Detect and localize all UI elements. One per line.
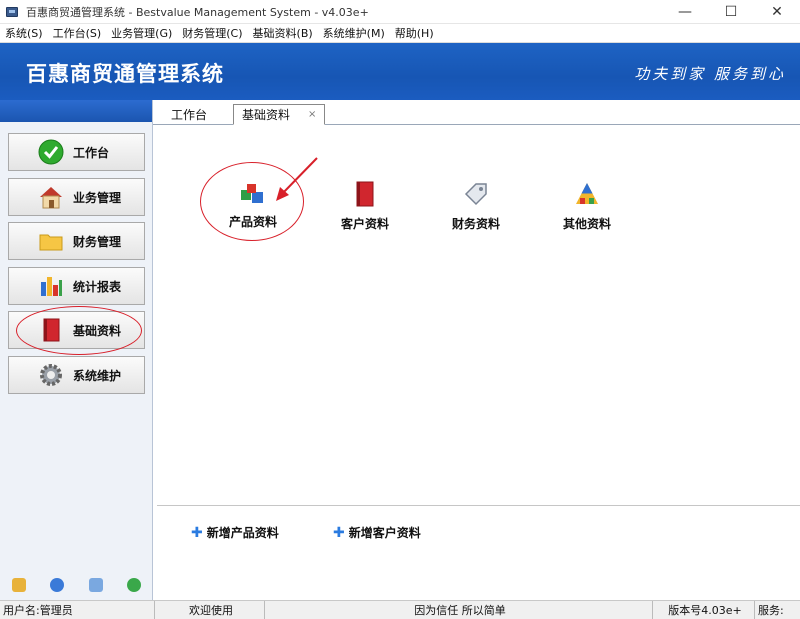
- sidebar-item-label: 财务管理: [73, 234, 122, 249]
- menu-system[interactable]: 系统(S): [0, 25, 48, 41]
- menu-business[interactable]: 业务管理(G): [106, 25, 177, 41]
- quick-add-product[interactable]: ✚ 新增产品资料: [191, 524, 279, 541]
- status-service: 服务:: [758, 604, 784, 617]
- quick-add-customer[interactable]: ✚ 新增客户资料: [333, 524, 421, 541]
- sidebar-footer: [0, 574, 153, 596]
- annotation-arrow: [276, 157, 318, 201]
- sidebar-item-label: 业务管理: [73, 190, 122, 205]
- check-icon: [37, 138, 65, 166]
- price-tag-icon: [462, 180, 490, 211]
- banner: 百惠商贸通管理系统 功夫到家 服务到心: [0, 43, 800, 100]
- color-palette-icon: [573, 180, 601, 211]
- main-content: 工作台 基础资料 × 产品资料 客户资料 财务资料 其他资料 ✚ 新增产品资料 …: [153, 100, 800, 600]
- tab-workbench[interactable]: 工作台: [163, 104, 215, 125]
- tab-label: 工作台: [171, 108, 208, 122]
- bar-chart-icon: [37, 272, 65, 300]
- status-version: 版本号4.03e+: [653, 601, 755, 619]
- sidebar-item-label: 工作台: [73, 145, 110, 160]
- minimize-button[interactable]: —: [662, 0, 708, 24]
- house-icon: [37, 183, 65, 211]
- menu-maintenance[interactable]: 系统维护(M): [318, 25, 390, 41]
- app-icon: [6, 6, 18, 17]
- sidebar-item-label: 统计报表: [73, 279, 122, 294]
- tab-label: 基础资料: [242, 108, 291, 122]
- banner-title: 百惠商贸通管理系统: [26, 62, 224, 86]
- banner-slogan: 功夫到家 服务到心: [634, 65, 786, 83]
- sidebar-header: [0, 100, 152, 122]
- key-icon[interactable]: [12, 578, 27, 592]
- title-bar: 百惠商贸通管理系统 - Bestvalue Management System …: [0, 0, 800, 24]
- sidebar-item-label: 系统维护: [73, 368, 122, 383]
- status-motto: 因为信任 所以简单: [265, 601, 653, 619]
- menu-help[interactable]: 帮助(H): [390, 25, 439, 41]
- sidebar-item-finance[interactable]: 财务管理: [8, 222, 145, 260]
- gear-icon: [37, 361, 65, 389]
- sidebar-item-reports[interactable]: 统计报表: [8, 267, 145, 305]
- status-bar: 用户名:管理员 欢迎使用 因为信任 所以简单 版本号4.03e+ 服务:: [0, 600, 800, 619]
- window-controls: — ☐ ✕: [662, 0, 800, 24]
- sidebar-item-maintenance[interactable]: 系统维护: [8, 356, 145, 394]
- tab-basic-data[interactable]: 基础资料 ×: [233, 104, 326, 125]
- menu-basic-data[interactable]: 基础资料(B): [248, 25, 318, 41]
- menu-finance[interactable]: 财务管理(C): [177, 25, 247, 41]
- sidebar-item-workbench[interactable]: 工作台: [8, 133, 145, 171]
- quick-action-label: 新增客户资料: [348, 526, 421, 540]
- menu-workbench[interactable]: 工作台(S): [48, 25, 107, 41]
- plus-icon: ✚: [333, 524, 345, 541]
- module-label: 其他资料: [562, 217, 611, 231]
- red-book-icon: [352, 180, 378, 211]
- module-label: 财务资料: [451, 217, 500, 231]
- menu-bar: 系统(S) 工作台(S) 业务管理(G) 财务管理(C) 基础资料(B) 系统维…: [0, 24, 800, 43]
- status-user: 用户名:管理员: [0, 601, 155, 619]
- module-finance[interactable]: 财务资料: [436, 180, 516, 232]
- module-label: 客户资料: [340, 217, 389, 231]
- close-button[interactable]: ✕: [754, 0, 800, 24]
- folder-icon: [37, 227, 65, 255]
- quick-actions-panel: ✚ 新增产品资料 ✚ 新增客户资料: [157, 505, 800, 600]
- sidebar: 工作台 业务管理 财务管理 统计报表 基础资料 系统维护: [0, 100, 153, 600]
- plus-icon: ✚: [191, 524, 203, 541]
- back-arrow-icon[interactable]: [126, 578, 141, 592]
- tab-bar: 工作台 基础资料 ×: [153, 100, 800, 125]
- quick-action-label: 新增产品资料: [206, 526, 279, 540]
- maximize-button[interactable]: ☐: [708, 0, 754, 24]
- module-customer[interactable]: 客户资料: [325, 180, 405, 232]
- close-icon[interactable]: ×: [308, 109, 316, 120]
- annotation-circle: [16, 306, 142, 355]
- sidebar-item-business[interactable]: 业务管理: [8, 178, 145, 216]
- search-window-icon[interactable]: [88, 578, 103, 592]
- status-welcome: 欢迎使用: [155, 601, 265, 619]
- window-title: 百惠商贸通管理系统 - Bestvalue Management System …: [26, 5, 369, 19]
- module-other[interactable]: 其他资料: [547, 180, 627, 232]
- clock-icon[interactable]: [50, 578, 65, 592]
